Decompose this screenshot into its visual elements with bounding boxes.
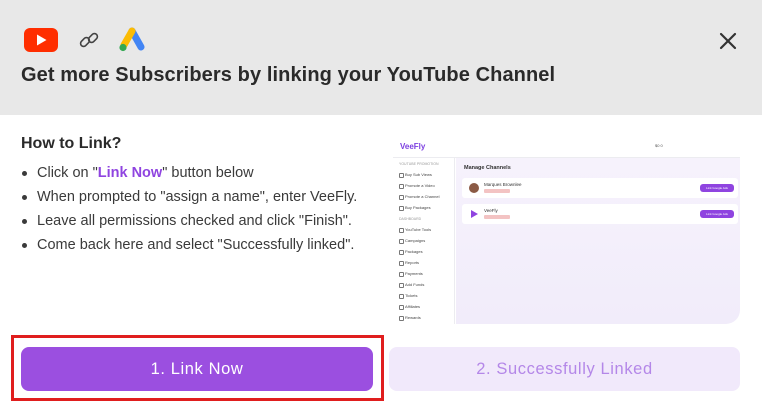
preview-sidebar-item: Tickets — [393, 290, 454, 301]
preview-sidebar-item: Buy Packages — [393, 202, 454, 213]
preview-channel-tag — [484, 189, 510, 193]
preview-channel-card: VeeFly Link Google Ads — [462, 204, 738, 224]
preview-sidebar-item: Add Funds — [393, 279, 454, 290]
step-item: Click on "Link Now" button below — [21, 163, 361, 183]
preview-sidebar-section: DASHBOARD — [399, 217, 422, 221]
successfully-linked-button[interactable]: 2. Successfully Linked — [389, 347, 740, 391]
step-text: " button below — [162, 165, 254, 181]
step-item: When prompted to "assign a name", enter … — [21, 187, 361, 207]
tutorial-screenshot: VeeFly $0 0 YOUTUBE PROMOTION Buy Sub Vi… — [393, 132, 740, 324]
integration-icons — [24, 25, 146, 55]
preview-sidebar-item: Promote a Channel — [393, 191, 454, 202]
howto-title: How to Link? — [21, 135, 122, 152]
preview-balance: $0 0 — [655, 143, 663, 148]
preview-sidebar-item: Rewards — [393, 312, 454, 323]
step-text: Click on " — [37, 165, 98, 181]
link-now-button[interactable]: 1. Link Now — [21, 347, 373, 391]
modal-title: Get more Subscribers by linking your You… — [21, 64, 556, 86]
link-channel-modal: Get more Subscribers by linking your You… — [0, 0, 762, 410]
play-icon — [471, 210, 478, 218]
preview-link-ads-button: Link Google Ads — [700, 184, 734, 192]
preview-main: Manage Channels Marques Brownlee Link Go… — [456, 158, 740, 324]
preview-channel-tag — [484, 215, 510, 219]
preview-sidebar-item: Payments — [393, 268, 454, 279]
link-now-highlight: Link Now — [97, 165, 163, 181]
preview-sidebar-item: Promote a Video — [393, 180, 454, 191]
step-item: Leave all permissions checked and click … — [21, 211, 361, 231]
preview-channel-name: VeeFly — [484, 208, 498, 213]
step-item: Come back here and select "Successfully … — [21, 235, 361, 255]
preview-logo: VeeFly — [400, 142, 426, 151]
youtube-icon — [24, 28, 58, 52]
modal-header: Get more Subscribers by linking your You… — [0, 0, 762, 115]
preview-sidebar-item: Buy Sub Views — [393, 169, 454, 180]
preview-sidebar-item: YouTube Tools — [393, 224, 454, 235]
preview-sidebar-section: YOUTUBE PROMOTION — [399, 162, 439, 166]
howto-steps: Click on "Link Now" button below When pr… — [21, 163, 361, 259]
google-ads-icon — [119, 27, 145, 52]
close-icon[interactable] — [714, 27, 742, 55]
preview-channel-card: Marques Brownlee Link Google Ads — [462, 178, 738, 198]
preview-main-title: Manage Channels — [464, 165, 511, 171]
preview-sidebar: YOUTUBE PROMOTION Buy Sub Views Promote … — [393, 158, 455, 324]
preview-link-ads-button: Link Google Ads — [700, 210, 734, 218]
preview-sidebar-item: Reports — [393, 257, 454, 268]
preview-topbar: VeeFly $0 0 — [393, 132, 740, 158]
link-icon — [79, 32, 99, 48]
preview-sidebar-item: Affiliates — [393, 301, 454, 312]
avatar — [469, 183, 479, 193]
preview-sidebar-item: Campaigns — [393, 235, 454, 246]
preview-sidebar-item: Packages — [393, 246, 454, 257]
preview-channel-name: Marques Brownlee — [484, 182, 522, 187]
